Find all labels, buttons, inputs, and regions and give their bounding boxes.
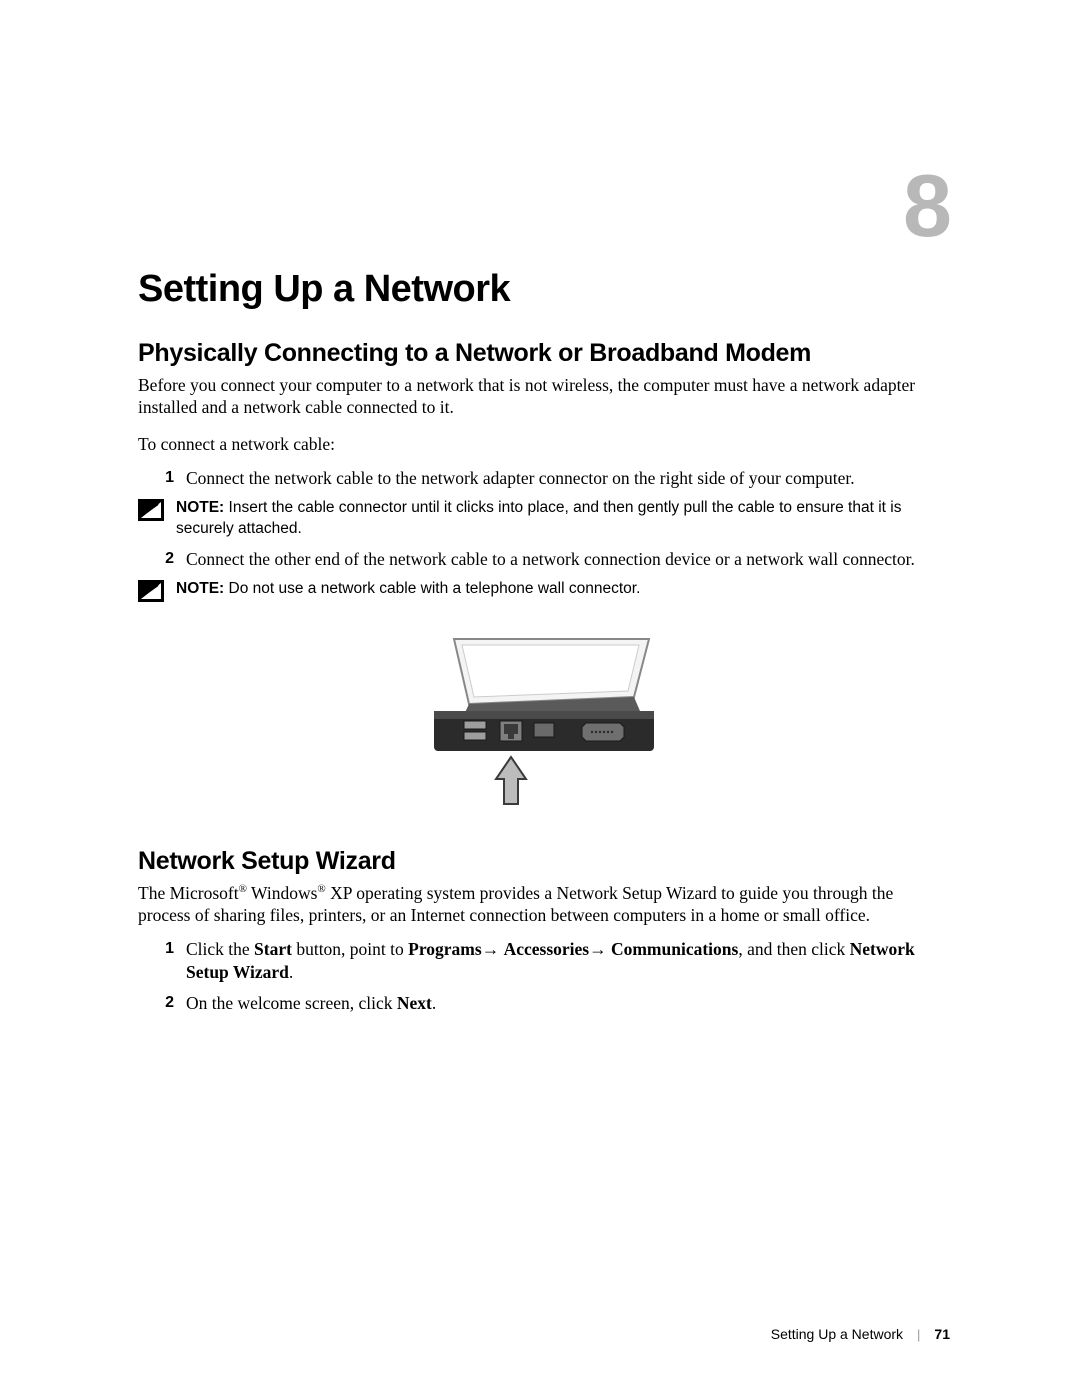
ui-name: Communications: [611, 939, 738, 959]
text-run: .: [432, 993, 436, 1013]
section-heading-wizard: Network Setup Wizard: [138, 847, 950, 876]
laptop-port-figure: [138, 629, 950, 819]
text-run: On the welcome screen, click: [186, 993, 397, 1013]
note-label: NOTE:: [176, 499, 224, 516]
wizard-intro: The Microsoft® Windows® XP operating sys…: [138, 882, 950, 927]
text-run: .: [289, 962, 293, 982]
ui-name: Next: [397, 993, 432, 1013]
chapter-title: Setting Up a Network: [138, 268, 950, 311]
note-icon: [138, 579, 166, 607]
text-run: The Microsoft: [138, 883, 239, 903]
step-number: 2: [160, 548, 174, 571]
procedure-list-2: 1 Click the Start button, point to Progr…: [138, 938, 950, 1014]
ui-name: Accessories: [504, 939, 590, 959]
list-item: 2 Connect the other end of the network c…: [138, 548, 950, 571]
note-text: NOTE: Insert the cable connector until i…: [176, 498, 950, 540]
lead-in-text: To connect a network cable:: [138, 433, 950, 455]
arrow-separator: →: [589, 939, 611, 959]
text-run: Click the: [186, 939, 254, 959]
chapter-number: 8: [903, 155, 950, 257]
registered-mark: ®: [239, 883, 247, 895]
laptop-illustration: [414, 629, 674, 819]
section-heading-connecting: Physically Connecting to a Network or Br…: [138, 339, 950, 368]
text-run: , and then click: [738, 939, 849, 959]
ui-name: Programs: [408, 939, 482, 959]
arrow-up-icon: [496, 757, 526, 804]
footer-separator: |: [917, 1327, 920, 1342]
step-text: On the welcome screen, click Next.: [186, 992, 950, 1015]
list-item: 2 On the welcome screen, click Next.: [138, 992, 950, 1015]
step-number: 1: [160, 938, 174, 984]
note-label: NOTE:: [176, 580, 224, 597]
ui-name: Start: [254, 939, 292, 959]
manual-page: 8 Setting Up a Network Physically Connec…: [0, 0, 1080, 1397]
registered-mark: ®: [317, 883, 325, 895]
step-text: Connect the network cable to the network…: [186, 467, 950, 490]
note-body: Do not use a network cable with a teleph…: [224, 580, 640, 597]
procedure-list-1: 1 Connect the network cable to the netwo…: [138, 467, 950, 606]
footer-section-title: Setting Up a Network: [771, 1326, 903, 1342]
note-callout: NOTE: Insert the cable connector until i…: [138, 498, 950, 540]
intro-paragraph: Before you connect your computer to a ne…: [138, 374, 950, 419]
step-text: Click the Start button, point to Program…: [186, 938, 950, 984]
note-icon: [138, 498, 166, 526]
step-text: Connect the other end of the network cab…: [186, 548, 950, 571]
arrow-separator: →: [482, 939, 504, 959]
note-callout: NOTE: Do not use a network cable with a …: [138, 579, 950, 607]
step-number: 2: [160, 992, 174, 1015]
note-text: NOTE: Do not use a network cable with a …: [176, 579, 950, 600]
list-item: 1 Connect the network cable to the netwo…: [138, 467, 950, 490]
note-body: Insert the cable connector until it clic…: [176, 499, 901, 537]
text-run: button, point to: [292, 939, 408, 959]
step-number: 1: [160, 467, 174, 490]
footer-page-number: 71: [934, 1326, 950, 1342]
list-item: 1 Click the Start button, point to Progr…: [138, 938, 950, 984]
page-footer: Setting Up a Network | 71: [138, 1326, 950, 1342]
text-run: Windows: [247, 883, 317, 903]
